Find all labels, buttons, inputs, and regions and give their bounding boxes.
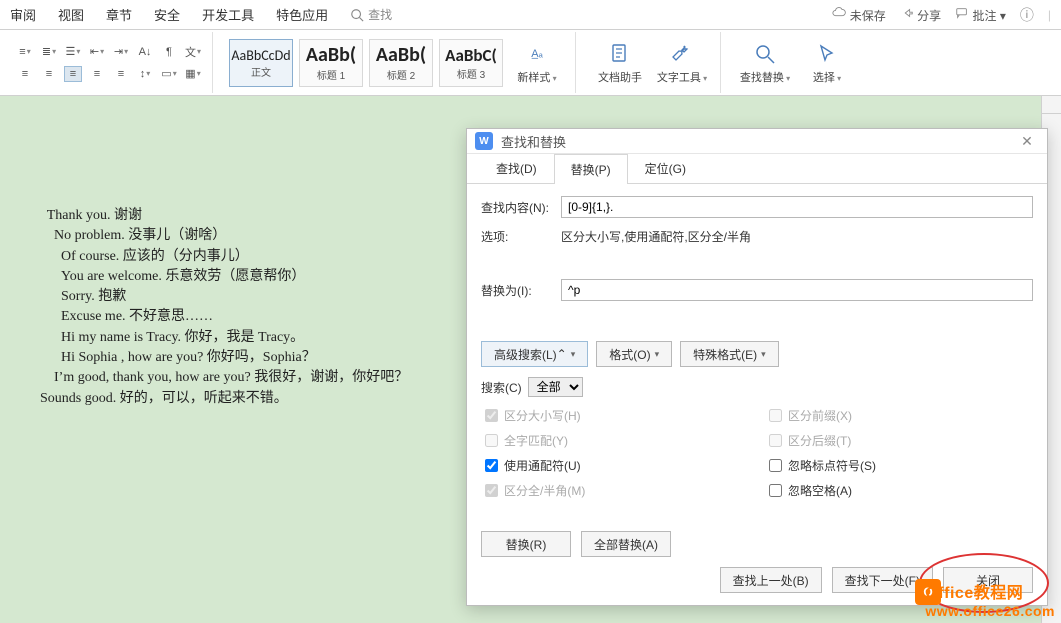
chk-wildcard[interactable]: 使用通配符(U) — [485, 457, 749, 474]
align-right-button[interactable]: ≡ — [88, 66, 106, 82]
special-format-button[interactable]: 特殊格式(E) — [680, 341, 779, 367]
ribbon-styles-group: AaBbCcDd 正文 AaBb( 标题 1 AaBb( 标题 2 AaBbC(… — [219, 32, 576, 93]
search-icon — [350, 8, 364, 22]
cloud-icon — [832, 6, 846, 20]
ruler-corner — [1041, 96, 1061, 114]
style-sample: AaBb( — [306, 43, 356, 67]
dialog-titlebar[interactable]: W 查找和替换 ✕ — [467, 129, 1047, 154]
bullets-button[interactable]: ≡ — [16, 44, 34, 60]
wps-icon: W — [475, 132, 493, 150]
ribbon-tools-group: 文档助手 文字工具 — [582, 32, 721, 93]
tab-replace[interactable]: 替换(P) — [554, 154, 628, 184]
status-unsaved[interactable]: 未保存 — [832, 6, 885, 24]
borders-button[interactable]: ▦ — [184, 66, 202, 82]
options-label: 选项: — [481, 228, 551, 245]
text-tools-button[interactable]: 文字工具 — [654, 41, 710, 85]
menu-security[interactable]: 安全 — [154, 5, 180, 24]
tab-goto[interactable]: 定位(G) — [628, 153, 703, 183]
find-label: 查找内容(N): — [481, 199, 551, 216]
indent-inc-button[interactable]: ⇥ — [112, 44, 130, 60]
align-center-button[interactable]: ≡ — [40, 66, 58, 82]
align-left-button[interactable]: ≡ — [16, 66, 34, 82]
dialog-title: 查找和替换 — [501, 132, 566, 151]
annotate-button[interactable]: 批注 ▾ — [955, 6, 1006, 24]
style-h1[interactable]: AaBb( 标题 1 — [299, 39, 363, 87]
options-value: 区分大小写,使用通配符,区分全/半角 — [561, 228, 751, 245]
style-name: 正文 — [251, 64, 271, 79]
replace-button[interactable]: 替换(R) — [481, 531, 571, 557]
wrench-icon — [669, 41, 695, 67]
doc-helper-button[interactable]: 文档助手 — [592, 41, 648, 85]
style-name: 标题 1 — [317, 67, 345, 82]
style-body[interactable]: AaBbCcDd 正文 — [229, 39, 293, 87]
style-h3[interactable]: AaBbC( 标题 3 — [439, 39, 503, 87]
multilevel-button[interactable]: ☰ — [64, 44, 82, 60]
search-scope-select[interactable]: 全部 — [528, 377, 583, 397]
ribbon-find-group: 查找替换 选择 — [727, 32, 865, 93]
menu-search[interactable]: 查找 — [350, 6, 392, 23]
style-sample: AaBb( — [376, 43, 426, 67]
numbering-button[interactable]: ≣ — [40, 44, 58, 60]
replace-input[interactable] — [561, 279, 1033, 301]
new-style-icon: A̲ₐ — [524, 41, 550, 67]
sort-button[interactable]: A↓ — [136, 44, 154, 60]
replace-label: 替换为(I): — [481, 282, 551, 299]
menu-view[interactable]: 视图 — [58, 5, 84, 24]
advanced-search-button[interactable]: 高级搜索(L) ⌃ — [481, 341, 588, 367]
ribbon: ≡ ≣ ☰ ⇤ ⇥ A↓ ¶ 文 ≡ ≡ ≡ ≡ ≡ ↕ ▭ ▦ AaB — [0, 30, 1061, 96]
ribbon-paragraph-group: ≡ ≣ ☰ ⇤ ⇥ A↓ ¶ 文 ≡ ≡ ≡ ≡ ≡ ↕ ▭ ▦ — [6, 32, 213, 93]
align-dist-button[interactable]: ≡ — [112, 66, 130, 82]
dialog-footer-left: 替换(R) 全部替换(A) — [467, 521, 1047, 567]
dialog-tabs: 查找(D) 替换(P) 定位(G) — [467, 154, 1047, 184]
dialog-footer-right: 查找上一处(B) 查找下一处(F) 关闭 — [467, 567, 1047, 605]
new-style-button[interactable]: A̲ₐ 新样式 — [509, 41, 565, 85]
menu-bar: 审阅 视图 章节 安全 开发工具 特色应用 查找 未保存 分享 批注 ▾ ⓘ | — [0, 0, 1061, 30]
shading-button[interactable]: ▭ — [160, 66, 178, 82]
close-button[interactable]: 关闭 — [943, 567, 1033, 593]
align-justify-button[interactable]: ≡ — [64, 66, 82, 82]
close-icon[interactable]: ✕ — [1015, 129, 1039, 153]
show-marks-button[interactable]: ¶ — [160, 44, 178, 60]
replace-all-button[interactable]: 全部替换(A) — [581, 531, 671, 557]
comment-icon — [955, 6, 969, 20]
style-sample: AaBbCcDd — [231, 47, 290, 64]
menu-chapter[interactable]: 章节 — [106, 5, 132, 24]
cursor-icon — [814, 41, 840, 67]
chk-punct[interactable]: 忽略标点符号(S) — [769, 457, 1033, 474]
chk-case: 区分大小写(H) — [485, 407, 749, 424]
chk-space[interactable]: 忽略空格(A) — [769, 482, 1033, 499]
style-name: 标题 3 — [457, 66, 485, 81]
chk-suffix: 区分后缀(T) — [769, 432, 1033, 449]
find-replace-button[interactable]: 查找替换 — [737, 41, 793, 85]
magnifier-icon — [752, 41, 778, 67]
find-input[interactable] — [561, 196, 1033, 218]
find-replace-dialog: W 查找和替换 ✕ 查找(D) 替换(P) 定位(G) 查找内容(N): 选项:… — [466, 128, 1048, 606]
style-sample: AaBbC( — [445, 45, 497, 66]
textdir-button[interactable]: 文 — [184, 44, 202, 60]
find-prev-button[interactable]: 查找上一处(B) — [720, 567, 822, 593]
chk-width: 区分全/半角(M) — [485, 482, 749, 499]
style-name: 标题 2 — [387, 67, 415, 82]
chk-whole: 全字匹配(Y) — [485, 432, 749, 449]
doc-helper-icon — [607, 41, 633, 67]
search-scope-label: 搜索(C) — [481, 379, 522, 396]
share-button[interactable]: 分享 — [900, 6, 941, 24]
format-button[interactable]: 格式(O) — [596, 341, 672, 367]
menu-search-label: 查找 — [368, 6, 392, 23]
menu-devtools[interactable]: 开发工具 — [202, 5, 254, 24]
style-h2[interactable]: AaBb( 标题 2 — [369, 39, 433, 87]
indent-dec-button[interactable]: ⇤ — [88, 44, 106, 60]
select-button[interactable]: 选择 — [799, 41, 855, 85]
chk-prefix: 区分前缀(X) — [769, 407, 1033, 424]
line-spacing-button[interactable]: ↕ — [136, 66, 154, 82]
help-button[interactable]: ⓘ — [1020, 5, 1034, 25]
menu-review[interactable]: 审阅 — [10, 5, 36, 24]
menu-special[interactable]: 特色应用 — [276, 5, 328, 24]
share-icon — [900, 6, 914, 20]
watermark-icon: O — [915, 579, 941, 605]
tab-find[interactable]: 查找(D) — [479, 153, 554, 183]
dialog-body: 查找内容(N): 选项: 区分大小写,使用通配符,区分全/半角 替换为(I): … — [467, 184, 1047, 521]
